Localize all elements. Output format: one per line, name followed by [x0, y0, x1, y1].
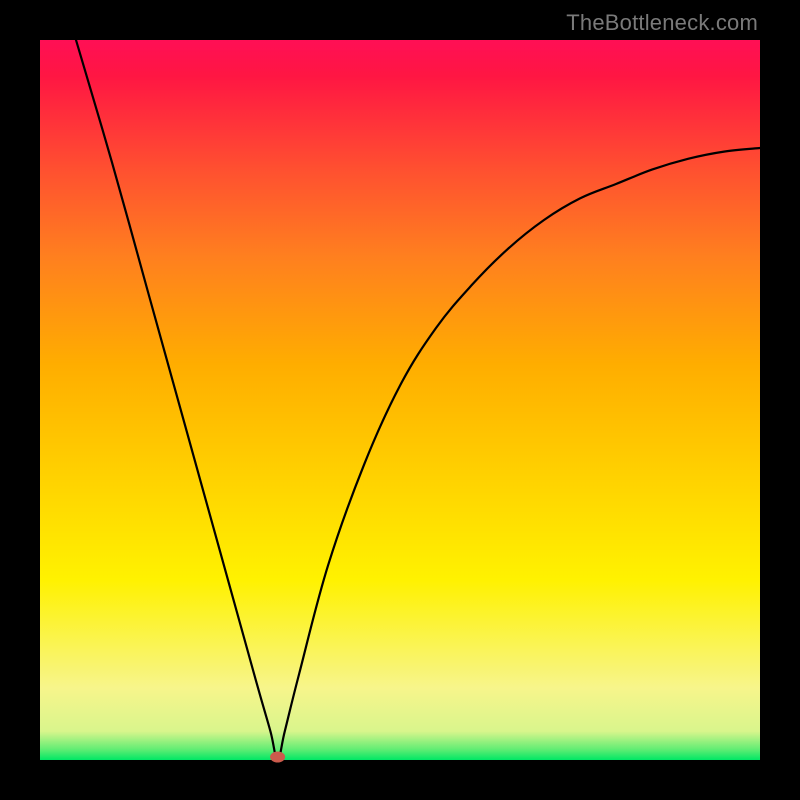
minimum-marker [271, 752, 285, 762]
chart-frame: TheBottleneck.com [0, 0, 800, 800]
plot-area [40, 40, 760, 760]
v-curve-path [76, 40, 760, 760]
curve-svg [40, 40, 760, 760]
watermark-text: TheBottleneck.com [566, 10, 758, 36]
